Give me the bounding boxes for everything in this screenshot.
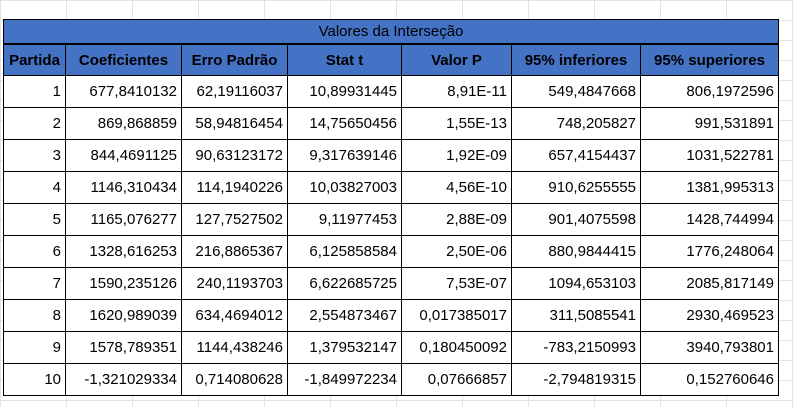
cell-valor-p[interactable]: 0,180450092 <box>401 331 512 364</box>
cell-coeficientes[interactable]: 844,4691125 <box>65 139 182 172</box>
cell-valor-p[interactable]: 0,07666857 <box>401 363 512 396</box>
cell-95-inferiores[interactable]: 880,9844415 <box>511 235 641 268</box>
cell-95-inferiores[interactable]: 901,4075598 <box>511 203 641 236</box>
cell-partida[interactable]: 6 <box>3 235 66 268</box>
table-header-row: Partida Coeficientes Erro Padrão Stat t Valo… <box>3 43 779 76</box>
cell-stat-t[interactable]: 9,11977453 <box>287 203 402 236</box>
table-row: 5 1165,076277 127,7527502 9,11977453 2,88E-0… <box>3 203 779 236</box>
cell-95-inferiores[interactable]: -783,2150993 <box>511 331 641 364</box>
table-row: 7 1590,235126 240,1193703 6,622685725 7,53E-… <box>3 267 779 300</box>
cell-95-superiores[interactable]: 1776,248064 <box>640 235 779 268</box>
cell-95-superiores[interactable]: 1381,995313 <box>640 171 779 204</box>
table-row: 6 1328,616253 216,8865367 6,125858584 2,50E-… <box>3 235 779 268</box>
cell-stat-t[interactable]: 2,554873467 <box>287 299 402 332</box>
cell-95-superiores[interactable]: 1428,744994 <box>640 203 779 236</box>
cell-95-inferiores[interactable]: 748,205827 <box>511 107 641 140</box>
cell-erro-padrao[interactable]: 0,714080628 <box>181 363 288 396</box>
cell-coeficientes[interactable]: 1620,989039 <box>65 299 182 332</box>
header-stat-t[interactable]: Stat t <box>287 43 402 76</box>
cell-coeficientes[interactable]: 869,868859 <box>65 107 182 140</box>
cell-valor-p[interactable]: 4,56E-10 <box>401 171 512 204</box>
cell-erro-padrao[interactable]: 240,1193703 <box>181 267 288 300</box>
cell-valor-p[interactable]: 1,55E-13 <box>401 107 512 140</box>
cell-95-superiores[interactable]: 806,1972596 <box>640 75 779 108</box>
cell-partida[interactable]: 1 <box>3 75 66 108</box>
header-valor-p[interactable]: Valor P <box>401 43 512 76</box>
cell-95-superiores[interactable]: 991,531891 <box>640 107 779 140</box>
table-row: 3 844,4691125 90,63123172 9,317639146 1,92E-… <box>3 139 779 172</box>
cell-erro-padrao[interactable]: 62,19116037 <box>181 75 288 108</box>
cell-valor-p[interactable]: 0,017385017 <box>401 299 512 332</box>
cell-partida[interactable]: 5 <box>3 203 66 236</box>
cell-95-inferiores[interactable]: 549,4847668 <box>511 75 641 108</box>
cell-valor-p[interactable]: 2,88E-09 <box>401 203 512 236</box>
cell-valor-p[interactable]: 1,92E-09 <box>401 139 512 172</box>
cell-95-inferiores[interactable]: 311,5085541 <box>511 299 641 332</box>
header-95-inferiores[interactable]: 95% inferiores <box>511 43 641 76</box>
cell-partida[interactable]: 10 <box>3 363 66 396</box>
cell-erro-padrao[interactable]: 114,1940226 <box>181 171 288 204</box>
table-title[interactable]: Valores da Interseção <box>3 19 779 45</box>
table-body: 1 677,8410132 62,19116037 10,89931445 8,91E-… <box>3 75 779 396</box>
cell-erro-padrao[interactable]: 216,8865367 <box>181 235 288 268</box>
cell-stat-t[interactable]: 14,75650456 <box>287 107 402 140</box>
cell-95-superiores[interactable]: 3940,793801 <box>640 331 779 364</box>
cell-coeficientes[interactable]: 1328,616253 <box>65 235 182 268</box>
cell-95-superiores[interactable]: 1031,522781 <box>640 139 779 172</box>
cell-valor-p[interactable]: 2,50E-06 <box>401 235 512 268</box>
table-row: 10 -1,321029334 0,714080628 -1,849972234 0,0… <box>3 363 779 396</box>
header-coeficientes[interactable]: Coeficientes <box>65 43 182 76</box>
cell-95-superiores[interactable]: 2085,817149 <box>640 267 779 300</box>
cell-erro-padrao[interactable]: 1144,438246 <box>181 331 288 364</box>
cell-coeficientes[interactable]: 677,8410132 <box>65 75 182 108</box>
cell-stat-t[interactable]: 10,03827003 <box>287 171 402 204</box>
cell-95-inferiores[interactable]: 657,4154437 <box>511 139 641 172</box>
cell-partida[interactable]: 8 <box>3 299 66 332</box>
cell-erro-padrao[interactable]: 58,94816454 <box>181 107 288 140</box>
cell-coeficientes[interactable]: 1590,235126 <box>65 267 182 300</box>
intersection-values-table: Valores da Interseção Partida Coeficiente… <box>3 19 779 396</box>
intersection-table-container: Valores da Interseção Partida Coeficiente… <box>3 19 779 396</box>
cell-partida[interactable]: 9 <box>3 331 66 364</box>
table-row: 8 1620,989039 634,4694012 2,554873467 0,0173… <box>3 299 779 332</box>
cell-partida[interactable]: 4 <box>3 171 66 204</box>
cell-95-superiores[interactable]: 0,152760646 <box>640 363 779 396</box>
cell-95-inferiores[interactable]: -2,794819315 <box>511 363 641 396</box>
cell-valor-p[interactable]: 8,91E-11 <box>401 75 512 108</box>
cell-coeficientes[interactable]: 1165,076277 <box>65 203 182 236</box>
cell-partida[interactable]: 3 <box>3 139 66 172</box>
table-row: 4 1146,310434 114,1940226 10,03827003 4,56E-… <box>3 171 779 204</box>
cell-stat-t[interactable]: 10,89931445 <box>287 75 402 108</box>
cell-95-superiores[interactable]: 2930,469523 <box>640 299 779 332</box>
cell-coeficientes[interactable]: -1,321029334 <box>65 363 182 396</box>
cell-95-inferiores[interactable]: 1094,653103 <box>511 267 641 300</box>
cell-stat-t[interactable]: -1,849972234 <box>287 363 402 396</box>
cell-stat-t[interactable]: 6,125858584 <box>287 235 402 268</box>
cell-partida[interactable]: 2 <box>3 107 66 140</box>
header-erro-padrao[interactable]: Erro Padrão <box>181 43 288 76</box>
table-title-row: Valores da Interseção <box>3 19 779 45</box>
header-partida[interactable]: Partida <box>3 43 66 76</box>
cell-95-inferiores[interactable]: 910,6255555 <box>511 171 641 204</box>
cell-erro-padrao[interactable]: 634,4694012 <box>181 299 288 332</box>
cell-erro-padrao[interactable]: 127,7527502 <box>181 203 288 236</box>
cell-coeficientes[interactable]: 1578,789351 <box>65 331 182 364</box>
cell-coeficientes[interactable]: 1146,310434 <box>65 171 182 204</box>
cell-valor-p[interactable]: 7,53E-07 <box>401 267 512 300</box>
header-95-superiores[interactable]: 95% superiores <box>640 43 779 76</box>
cell-erro-padrao[interactable]: 90,63123172 <box>181 139 288 172</box>
table-row: 1 677,8410132 62,19116037 10,89931445 8,91E-… <box>3 75 779 108</box>
cell-partida[interactable]: 7 <box>3 267 66 300</box>
table-row: 9 1578,789351 1144,438246 1,379532147 0,1804… <box>3 331 779 364</box>
cell-stat-t[interactable]: 6,622685725 <box>287 267 402 300</box>
table-row: 2 869,868859 58,94816454 14,75650456 1,55E-1… <box>3 107 779 140</box>
cell-stat-t[interactable]: 1,379532147 <box>287 331 402 364</box>
cell-stat-t[interactable]: 9,317639146 <box>287 139 402 172</box>
